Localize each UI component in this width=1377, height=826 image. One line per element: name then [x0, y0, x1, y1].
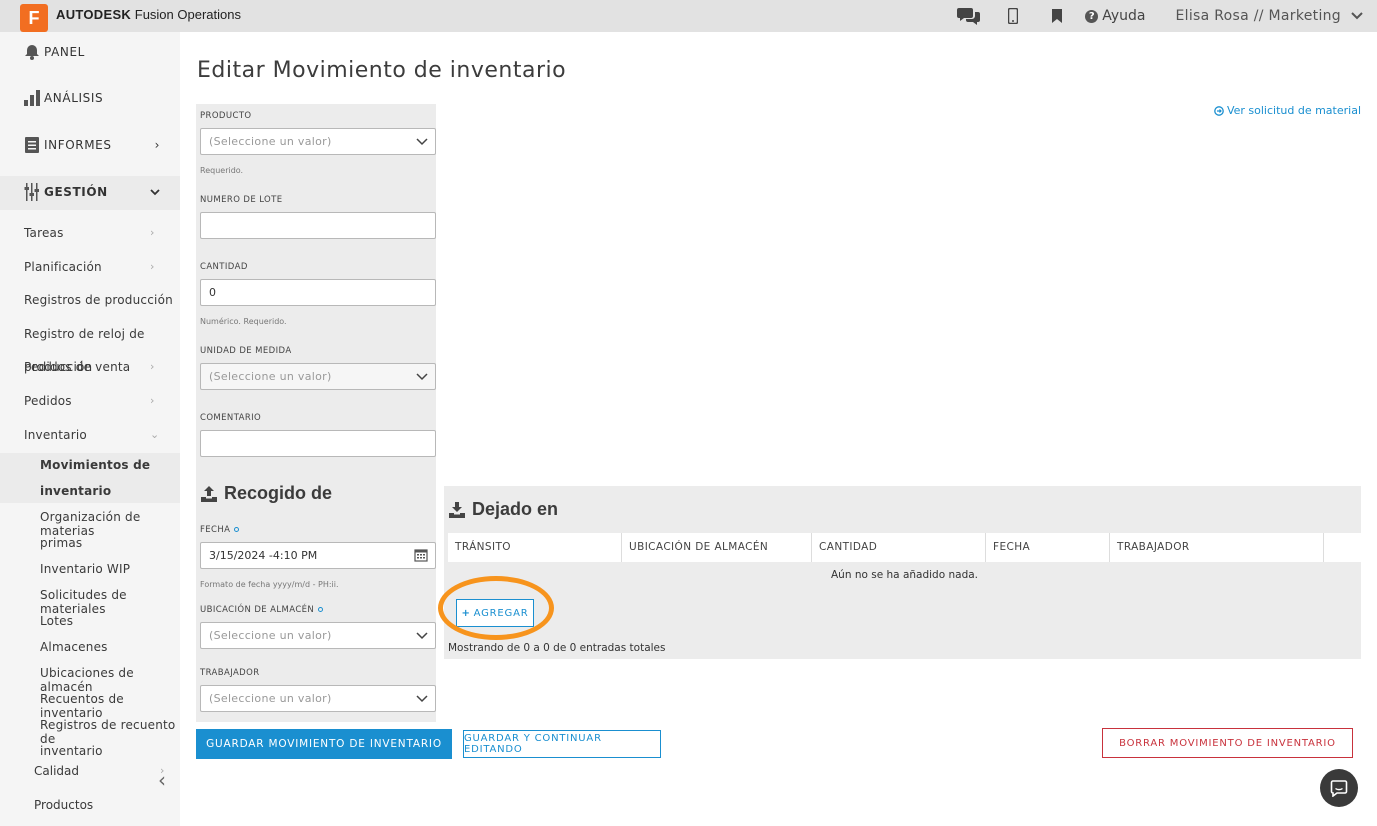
sidebar-subitem-registros-recuento-cont[interactable]: inventario — [40, 744, 103, 758]
sidebar-subitem-ubicaciones[interactable]: Ubicaciones de almacén — [40, 666, 180, 694]
arrow-circle-icon — [1214, 105, 1224, 116]
sidebar-item-gestion[interactable]: GESTIÓN — [0, 183, 180, 201]
unidad-select[interactable]: (Seleccione un valor) — [200, 363, 436, 390]
column-header[interactable]: CANTIDAD — [812, 533, 986, 562]
chevron-down-icon — [416, 632, 428, 640]
sidebar-subitem-registros-recuento[interactable]: Registros de recuento de — [40, 718, 180, 746]
sidebar-subitem-movimientos[interactable]: Movimientos de — [40, 458, 150, 472]
empty-table-message: Aún no se ha añadido nada. — [831, 569, 978, 581]
sidebar-item-pedidos-venta[interactable]: Pedidos de venta — [24, 360, 130, 374]
chevron-down-icon — [416, 695, 428, 703]
bell-icon — [22, 44, 42, 60]
chevron-down-icon — [150, 185, 160, 199]
download-icon — [449, 501, 465, 518]
user-label: Elisa Rosa // Marketing — [1175, 8, 1341, 24]
highlight-circle — [438, 576, 554, 640]
ubicacion-label: UBICACIÓN DE ALMACÉN — [200, 605, 324, 615]
mobile-icon[interactable] — [991, 0, 1035, 32]
sidebar-subitem-inventario-wip[interactable]: Inventario WIP — [40, 562, 130, 576]
ubicacion-select[interactable]: (Seleccione un valor) — [200, 622, 436, 649]
document-icon — [22, 137, 42, 153]
chevron-down-icon — [416, 373, 428, 381]
chevron-down-icon — [416, 138, 428, 146]
top-bar: F AUTODESK Fusion Operations ? Ayuda Eli… — [0, 0, 1377, 32]
fusion-logo[interactable]: F — [20, 4, 48, 32]
sidebar-subitem-organizacion-cont[interactable]: primas — [40, 536, 82, 550]
dejado-table-header: TRÁNSITO UBICACIÓN DE ALMACÉN CANTIDAD F… — [448, 533, 1361, 562]
calendar-icon[interactable] — [414, 548, 428, 562]
fecha-input[interactable]: 3/15/2024 -4:10 PM — [200, 542, 436, 569]
chevron-right-icon: › — [150, 394, 155, 407]
column-header[interactable]: TRÁNSITO — [448, 533, 622, 562]
entries-count: Mostrando de 0 a 0 de 0 entradas totales — [448, 642, 666, 654]
sidebar-subitem-organizacion[interactable]: Organización de materias — [40, 510, 180, 538]
chat-icon[interactable] — [947, 0, 991, 32]
column-header[interactable]: FECHA — [986, 533, 1110, 562]
sidebar-item-inventario[interactable]: Inventario — [24, 428, 87, 442]
sidebar-subitem-solicitudes[interactable]: Solicitudes de materiales — [40, 588, 180, 616]
trabajador-select[interactable]: (Seleccione un valor) — [200, 685, 436, 712]
column-header[interactable]: UBICACIÓN DE ALMACÉN — [622, 533, 812, 562]
bookmark-icon[interactable] — [1035, 0, 1079, 32]
help-link[interactable]: ? Ayuda — [1085, 8, 1146, 24]
user-menu[interactable]: Elisa Rosa // Marketing — [1176, 8, 1364, 24]
unidad-label: UNIDAD DE MEDIDA — [200, 346, 292, 356]
chevron-right-icon: › — [154, 138, 160, 152]
sidebar-subitem-recuentos[interactable]: Recuentos de inventario — [40, 692, 180, 720]
sidebar-item-informes[interactable]: INFORMES › — [0, 137, 180, 153]
save-button[interactable]: GUARDAR MOVIMIENTO DE INVENTARIO — [196, 729, 452, 759]
sidebar-item-tareas[interactable]: Tareas — [24, 226, 64, 240]
recogido-title: Recogido de — [200, 483, 332, 504]
comentario-input[interactable] — [200, 430, 436, 457]
help-label: Ayuda — [1102, 8, 1146, 24]
chevron-down-icon: ⌄ — [150, 428, 160, 441]
sidebar-subitem-almacenes[interactable]: Almacenes — [40, 640, 108, 654]
comentario-label: COMENTARIO — [200, 413, 262, 423]
brand-name: AUTODESK Fusion Operations — [56, 7, 241, 22]
sidebar-subitem-movimientos-cont[interactable]: inventario — [40, 484, 111, 498]
dejado-title: Dejado en — [448, 499, 558, 520]
producto-label: PRODUCTO — [200, 111, 252, 121]
help-icon: ? — [1085, 9, 1099, 23]
sidebar: PANEL ANÁLISIS INFORMES › GESTIÓN Tareas… — [0, 32, 180, 826]
upload-icon — [201, 485, 217, 502]
producto-select[interactable]: (Seleccione un valor) — [200, 128, 436, 155]
collapse-sidebar-icon[interactable]: ‹ — [158, 768, 166, 792]
producto-hint: Requerido. — [200, 166, 244, 175]
cantidad-input[interactable]: 0 — [200, 279, 436, 306]
sidebar-item-registros-produccion[interactable]: Registros de producción — [24, 293, 173, 307]
sidebar-item-analisis[interactable]: ANÁLISIS — [0, 90, 180, 106]
sidebar-item-productos[interactable]: Productos — [34, 798, 93, 812]
chevron-down-icon — [1351, 12, 1363, 20]
bar-chart-icon — [22, 90, 42, 106]
sidebar-item-pedidos[interactable]: Pedidos — [24, 394, 72, 408]
trabajador-label: TRABAJADOR — [200, 668, 260, 678]
sidebar-item-calidad[interactable]: Calidad — [34, 764, 79, 778]
delete-button[interactable]: BORRAR MOVIMIENTO DE INVENTARIO — [1102, 728, 1353, 758]
sidebar-item-planificacion[interactable]: Planificación — [24, 260, 102, 274]
required-dot-icon — [234, 527, 240, 532]
cantidad-label: CANTIDAD — [200, 262, 248, 272]
lote-label: NUMERO DE LOTE — [200, 195, 283, 205]
save-continue-button[interactable]: GUARDAR Y CONTINUAR EDITANDO — [463, 730, 661, 758]
chat-support-icon[interactable] — [1320, 769, 1358, 807]
sliders-icon — [22, 183, 42, 201]
cantidad-hint: Numérico. Requerido. — [200, 317, 287, 326]
fecha-label: FECHA — [200, 525, 240, 535]
column-header[interactable]: TRABAJADOR — [1110, 533, 1324, 562]
chevron-right-icon: › — [150, 260, 155, 273]
fecha-hint: Formato de fecha yyyy/m/d - PH:ii. — [200, 580, 339, 589]
chevron-right-icon: › — [150, 360, 155, 373]
page-title: Editar Movimiento de inventario — [197, 58, 567, 83]
sidebar-subitem-lotes[interactable]: Lotes — [40, 614, 73, 628]
lote-input[interactable] — [200, 212, 436, 239]
chevron-right-icon: › — [150, 226, 155, 239]
required-dot-icon — [318, 607, 324, 612]
ver-solicitud-link[interactable]: Ver solicitud de material — [1214, 104, 1361, 117]
sidebar-item-registro-reloj[interactable]: Registro de reloj de — [24, 327, 145, 341]
sidebar-item-panel[interactable]: PANEL — [0, 44, 180, 60]
